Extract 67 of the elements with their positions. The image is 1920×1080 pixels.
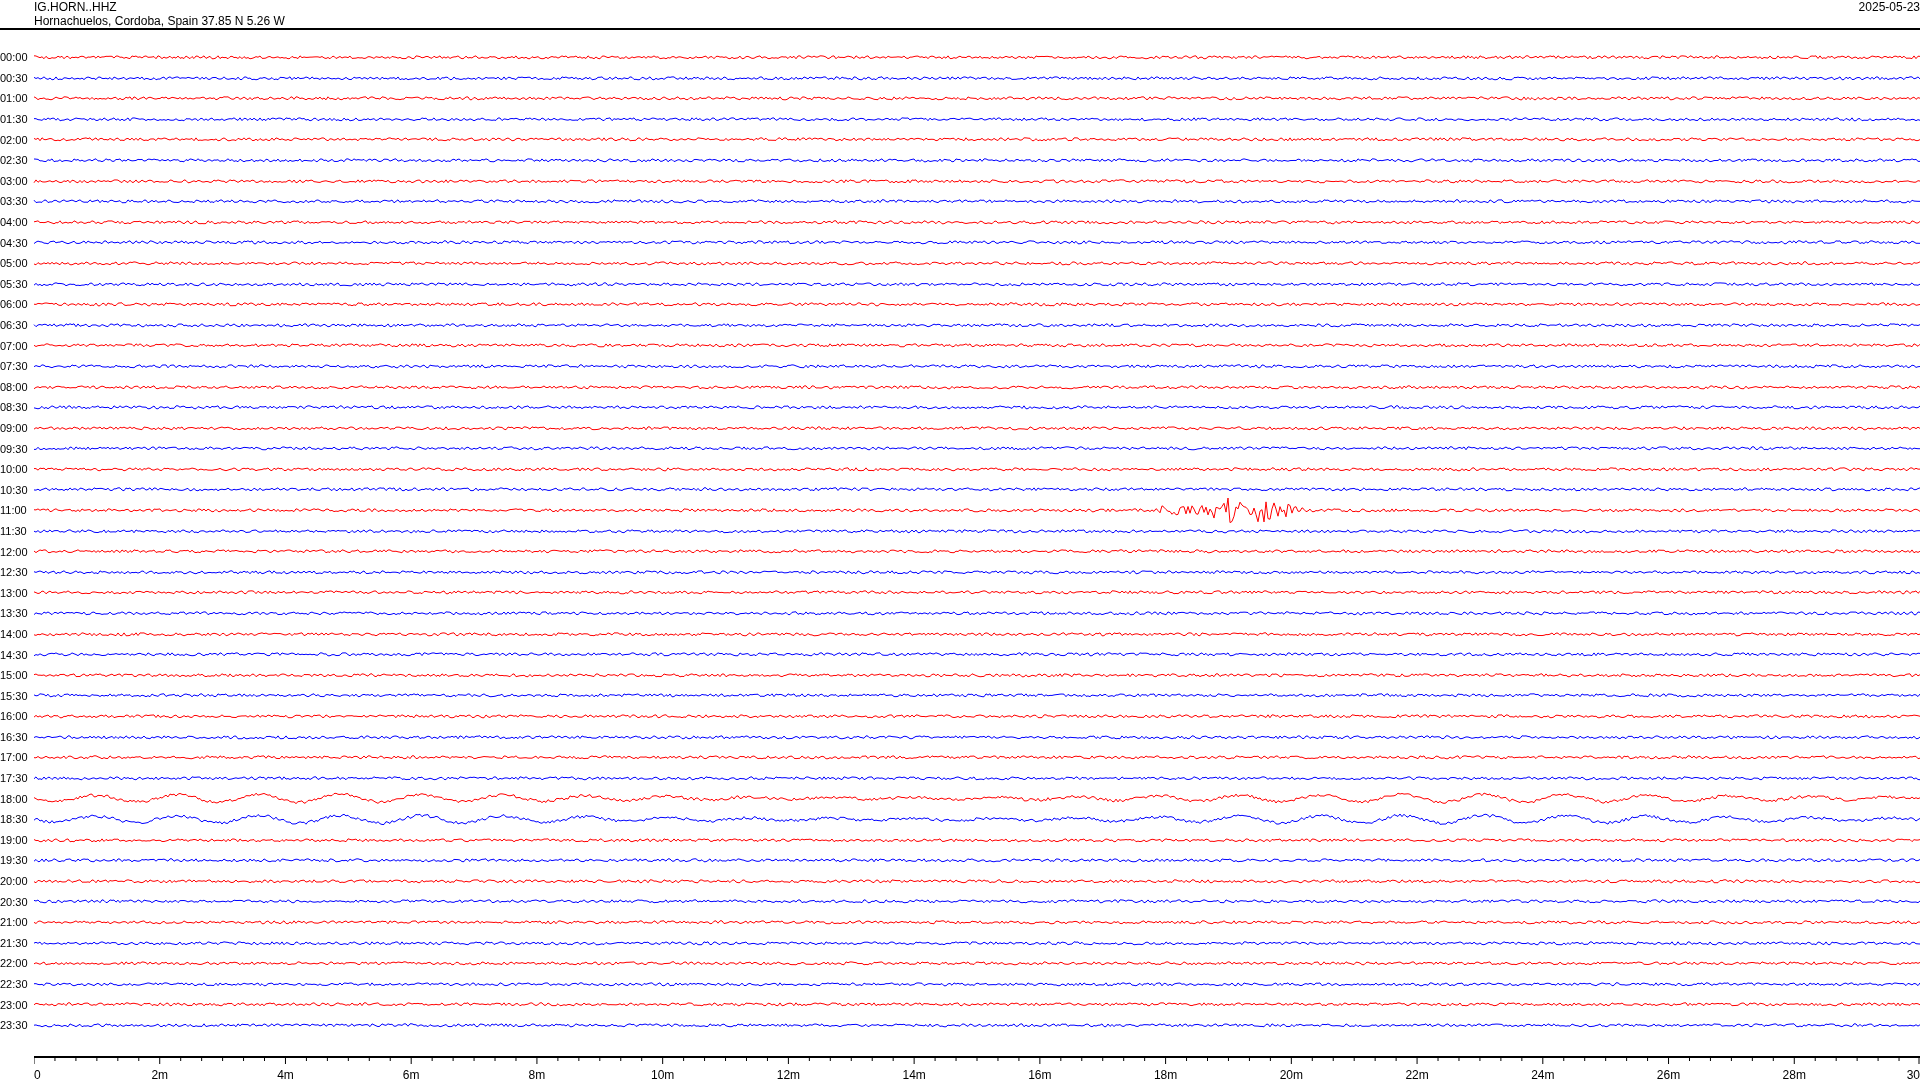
axis-tick-label: 12m [776, 1067, 801, 1080]
time-label: 21:00 [0, 916, 29, 929]
axis-tick-label: 28m [1782, 1067, 1806, 1080]
axis-tick-label: 2m [151, 1067, 169, 1080]
time-label: 00:30 [0, 71, 29, 84]
time-label: 17:00 [0, 751, 29, 764]
time-label: 20:00 [0, 875, 29, 888]
station-code: IG.HORN..HHZ [34, 0, 118, 14]
time-label: 20:30 [0, 895, 29, 908]
time-label: 14:00 [0, 627, 29, 640]
axis-tick-label: 18m [1153, 1067, 1178, 1080]
time-label: 10:30 [0, 483, 29, 496]
time-label: 23:30 [0, 1019, 29, 1032]
time-label: 02:00 [0, 133, 29, 146]
time-label: 03:30 [0, 195, 29, 208]
axis-tick-label: 4m [277, 1067, 294, 1080]
axis-tick-label: 26m [1656, 1067, 1681, 1080]
time-label: 23:00 [0, 998, 29, 1011]
time-label: 12:00 [0, 545, 29, 558]
time-label: 07:30 [0, 360, 29, 373]
axis-tick-label: 0 [34, 1067, 41, 1080]
time-label: 21:30 [0, 936, 29, 949]
station-location: Hornachuelos, Cordoba, Spain 37.85 N 5.26 W [34, 14, 285, 28]
time-label: 22:30 [0, 978, 29, 990]
plot-date: 2025-05-23 [1858, 0, 1920, 14]
time-label: 08:30 [0, 401, 29, 414]
time-label: 06:00 [0, 298, 29, 311]
time-label: 18:30 [0, 813, 29, 826]
time-label: 10:00 [0, 463, 29, 476]
time-label: 09:00 [0, 422, 29, 434]
axis-tick-label: 22m [1405, 1067, 1429, 1080]
time-label: 12:30 [0, 566, 29, 579]
axis-tick-label: 14m [902, 1067, 926, 1080]
time-label: 11:30 [0, 524, 28, 537]
time-label: 18:00 [0, 792, 29, 805]
time-label: 01:00 [0, 92, 29, 105]
axis-tick-label: 8m [528, 1067, 546, 1080]
time-label: 15:30 [0, 689, 29, 702]
time-label: 16:00 [0, 710, 29, 723]
axis-tick-label: 20m [1279, 1067, 1303, 1080]
time-label: 04:30 [0, 236, 29, 249]
axis-tick-label: 24m [1531, 1067, 1555, 1080]
time-label: 14:30 [0, 648, 29, 661]
time-label: 05:00 [0, 257, 29, 270]
time-label: 00:00 [0, 51, 29, 64]
time-label: 13:00 [0, 586, 29, 599]
axis-tick-label: 6m [402, 1067, 420, 1080]
axis-tick-label: 16m [1028, 1067, 1052, 1080]
time-label: 09:30 [0, 442, 29, 455]
time-label: 19:00 [0, 833, 29, 846]
time-label: 15:00 [0, 669, 29, 682]
time-label: 05:30 [0, 277, 29, 290]
time-label: 04:00 [0, 216, 29, 229]
axis-tick-label: 10m [651, 1067, 675, 1080]
time-label: 01:30 [0, 113, 29, 126]
time-label: 07:00 [0, 339, 29, 352]
time-label: 02:30 [0, 154, 29, 167]
time-label: 03:00 [0, 174, 29, 187]
time-label: 13:30 [0, 607, 29, 620]
time-label: 22:00 [0, 957, 29, 970]
time-label: 19:30 [0, 854, 29, 867]
time-label: 17:30 [0, 772, 29, 785]
time-label: 06:30 [0, 319, 29, 331]
axis-tick-label: 30 [1906, 1067, 1920, 1080]
time-label: 08:00 [0, 380, 29, 393]
time-label: 11:00 [0, 504, 28, 517]
time-label: 16:30 [0, 730, 29, 743]
